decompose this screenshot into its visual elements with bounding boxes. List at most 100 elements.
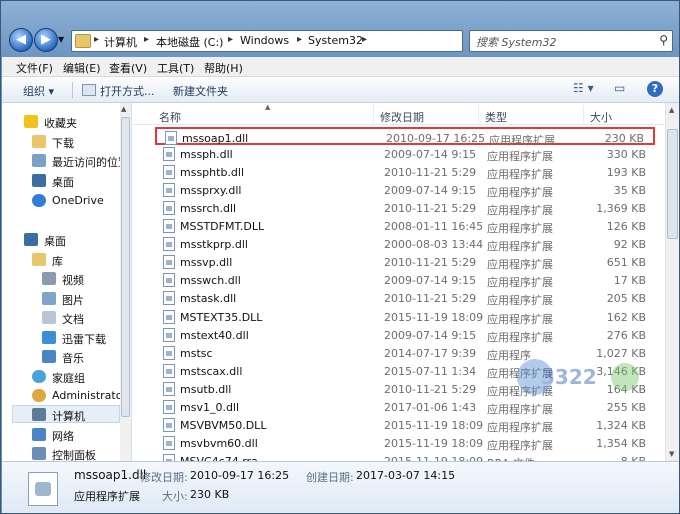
download-folder-icon (32, 135, 46, 148)
file-modified: 2015-07-11 1:34 (384, 364, 477, 378)
file-size: 651 KB (606, 256, 646, 270)
history-dropdown-icon[interactable]: ▼ (58, 35, 68, 45)
details-modified-label: 修改日期: (140, 471, 188, 484)
menu-view[interactable]: 查看(V) (109, 60, 147, 76)
file-name: msswch.dll (180, 274, 241, 288)
file-size: 126 KB (606, 220, 646, 234)
file-modified: 2009-07-14 9:15 (384, 148, 477, 162)
file-modified: 2010-11-21 5:29 (384, 202, 477, 216)
thunder-download-icon (42, 331, 56, 344)
column-divider[interactable] (583, 105, 584, 123)
file-row-selected[interactable]: mssoap1.dll 2010-09-17 16:25 应用程序扩展 230 KB (155, 127, 655, 147)
file-row[interactable]: MSVBVM50.DLL 2015-11-19 18:09 应用程序扩展 1,324 … (155, 416, 655, 434)
scrollbar-thumb[interactable] (121, 117, 130, 417)
back-button[interactable]: ◀ (9, 28, 33, 52)
details-filename: mssoap1.dll (74, 468, 147, 482)
breadcrumb-windows[interactable]: Windows (240, 34, 289, 47)
file-modified: 2015-11-19 18:09 (384, 436, 484, 450)
column-header-modified[interactable]: 修改日期 (380, 109, 424, 125)
help-icon[interactable]: ? (647, 81, 663, 97)
column-divider[interactable] (478, 105, 479, 123)
file-row[interactable]: mssvp.dll 2010-11-21 5:29 应用程序扩展 651 KB (155, 253, 655, 271)
chevron-right-icon[interactable]: ▸ (362, 34, 367, 45)
scroll-down-icon[interactable]: ▼ (669, 450, 674, 458)
preview-pane-icon[interactable]: ▭ (614, 81, 625, 95)
view-options-icon[interactable]: ☷ ▾ (573, 81, 594, 95)
chevron-right-icon[interactable]: ▸ (94, 34, 99, 45)
file-list-scrollbar[interactable]: ▲ ▼ (665, 103, 679, 461)
file-name: msv1_0.dll (180, 400, 240, 414)
file-modified: 2010-11-21 5:29 (384, 166, 477, 180)
forward-button[interactable]: ▶ (34, 28, 58, 52)
address-bar[interactable]: ▸ 计算机 ▸ 本地磁盘 (C:) ▸ Windows ▸ System32 ▸… (71, 30, 526, 52)
breadcrumb-system32[interactable]: System32 (308, 34, 363, 47)
menu-edit[interactable]: 编辑(E) (63, 60, 101, 76)
sidebar-item-computer[interactable]: 计算机 (12, 405, 120, 423)
file-size: 17 KB (613, 274, 646, 288)
file-size: 193 KB (606, 166, 646, 180)
documents-icon (42, 311, 56, 324)
file-row[interactable]: MSVC4c74.rra2015-11-19 18:09RRA 文件8 KB (155, 452, 655, 461)
scroll-up-icon[interactable]: ▲ (121, 105, 126, 113)
file-row[interactable]: mssph.dll 2009-07-14 9:15 应用程序扩展 330 KB (155, 145, 655, 163)
chevron-right-icon[interactable]: ▸ (228, 34, 233, 45)
file-type: 应用程序扩展 (487, 330, 553, 344)
search-box[interactable]: 搜索 System32 ⚲ (469, 30, 673, 52)
file-row[interactable]: MSSTDFMT.DLL 2008-01-11 16:45 应用程序扩展 126 KB (155, 217, 655, 235)
open-with-button[interactable]: 打开方式... (100, 83, 155, 99)
chevron-right-icon[interactable]: ▸ (297, 34, 302, 45)
breadcrumb-computer[interactable]: 计算机 (104, 34, 137, 50)
breadcrumb-local-disk[interactable]: 本地磁盘 (C:) (156, 34, 223, 50)
file-type: 应用程序扩展 (487, 168, 553, 182)
file-type: 应用程序扩展 (487, 438, 553, 452)
search-input[interactable]: 搜索 System32 (476, 34, 557, 50)
file-type: 应用程序扩展 (487, 240, 553, 254)
file-row[interactable]: msstkprp.dll 2000-08-03 13:44 应用程序扩展 92 KB (155, 235, 655, 253)
file-modified: 2015-11-19 18:09 (384, 418, 484, 432)
file-row[interactable]: msv1_0.dll 2017-01-06 1:43 应用程序扩展 255 KB (155, 398, 655, 416)
file-icon (163, 147, 175, 162)
file-type: 应用程序扩展 (487, 402, 553, 416)
file-name: mssphtb.dll (180, 166, 245, 180)
file-name: mssprxy.dll (180, 184, 242, 198)
scroll-up-icon[interactable]: ▲ (669, 106, 674, 114)
details-size-value: 230 KB (190, 488, 230, 501)
organize-button[interactable]: 组织 ▾ (23, 83, 54, 99)
search-icon[interactable]: ⚲ (659, 33, 668, 47)
column-header-size[interactable]: 大小 (590, 109, 612, 125)
file-icon (163, 273, 175, 288)
file-modified: 2010-11-21 5:29 (384, 382, 477, 396)
file-name: MSTEXT35.DLL (180, 310, 263, 324)
file-row[interactable]: MSTEXT35.DLL 2015-11-19 18:09 应用程序扩展 162 KB (155, 308, 655, 326)
file-list: ▲ 名称 修改日期 类型 大小 mssoap1.dll 2010-09-17 16… (133, 103, 665, 461)
open-with-icon (82, 84, 96, 96)
file-row[interactable]: mstask.dll 2010-11-21 5:29 应用程序扩展 205 KB (155, 289, 655, 307)
file-row[interactable]: mssphtb.dll 2010-11-21 5:29 应用程序扩展 193 KB (155, 163, 655, 181)
file-icon (163, 399, 175, 414)
file-row[interactable]: mssrch.dll 2010-11-21 5:29 应用程序扩展 1,369 KB (155, 199, 655, 217)
file-name: mssvp.dll (180, 256, 233, 270)
column-divider[interactable] (373, 105, 374, 123)
details-pane: mssoap1.dll 修改日期: 2010-09-17 16:25 创建日期:… (2, 461, 679, 513)
file-size: 1,369 KB (596, 202, 646, 216)
menu-tools[interactable]: 工具(T) (157, 60, 194, 76)
navigation-pane: 收藏夹 下载 最近访问的位置 桌面 OneDrive 桌面 库 视频 图片 文档… (2, 103, 132, 461)
file-row[interactable]: msvbvm60.dll 2015-11-19 18:09 应用程序扩展 1,354 … (155, 434, 655, 452)
file-row[interactable]: mssprxy.dll 2009-07-14 9:15 应用程序扩展 35 KB (155, 181, 655, 199)
file-icon (163, 453, 175, 461)
column-header-name[interactable]: 名称 (159, 109, 181, 125)
file-modified: 2010-09-17 16:25 (386, 132, 486, 145)
column-header-type[interactable]: 类型 (485, 109, 507, 125)
recent-places-icon (32, 154, 46, 167)
file-icon (163, 381, 175, 396)
content-area: 收藏夹 下载 最近访问的位置 桌面 OneDrive 桌面 库 视频 图片 文档… (2, 103, 679, 461)
menu-help[interactable]: 帮助(H) (204, 60, 243, 76)
menu-file[interactable]: 文件(F) (16, 60, 53, 76)
file-size: 255 KB (606, 400, 646, 414)
chevron-right-icon[interactable]: ▸ (144, 34, 149, 45)
file-row[interactable]: mstext40.dll 2009-07-14 9:15 应用程序扩展 276 KB (155, 326, 655, 344)
new-folder-button[interactable]: 新建文件夹 (173, 83, 228, 99)
file-row[interactable]: msswch.dll 2009-07-14 9:15 应用程序扩展 17 KB (155, 271, 655, 289)
scrollbar-thumb[interactable] (667, 129, 678, 239)
navigation-scrollbar[interactable]: ▲ (120, 103, 131, 461)
